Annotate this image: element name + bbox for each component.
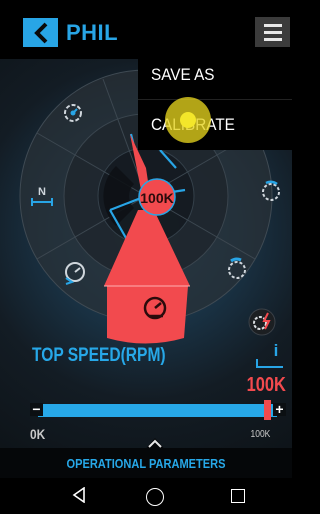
decrease-button[interactable]: −	[30, 402, 43, 416]
menu-item-save-as[interactable]: SAVE AS	[138, 50, 292, 100]
slider-thumb[interactable]	[264, 400, 271, 420]
hamburger-menu-icon[interactable]	[255, 17, 290, 47]
chevron-up-icon[interactable]	[143, 434, 167, 452]
slider-min-label: 0K	[30, 426, 46, 442]
parameter-label: TOP SPEED(RPM)	[32, 345, 166, 366]
slider-max-label: 100K	[250, 429, 270, 440]
increase-button[interactable]: +	[273, 402, 286, 416]
gear-bolt-icon[interactable]	[248, 308, 276, 336]
parameter-value: 100K	[246, 374, 286, 396]
svg-text:i: i	[274, 341, 279, 360]
slider-track[interactable]	[38, 404, 277, 417]
nav-back-icon[interactable]	[72, 487, 86, 503]
system-nav-bar	[0, 478, 292, 514]
svg-text:N: N	[38, 186, 46, 198]
overflow-menu: SAVE AS CALIBRATE	[138, 50, 292, 150]
back-button[interactable]	[23, 18, 58, 47]
nav-recents-icon[interactable]	[231, 489, 245, 503]
nav-home-icon[interactable]	[146, 488, 164, 506]
touch-indicator-core	[180, 112, 196, 128]
menu-item-calibrate[interactable]: CALIBRATE	[138, 100, 292, 150]
speed-slider[interactable]: − +	[28, 400, 287, 420]
chevron-left-icon	[33, 22, 47, 43]
center-value: 100K	[140, 190, 173, 206]
bottom-panel-label[interactable]: OPERATIONAL PARAMETERS	[22, 456, 270, 471]
info-icon[interactable]: i	[254, 340, 286, 370]
profile-title: PHIL	[66, 20, 119, 45]
app-screen: 100K N PHIL TOP SPEED(RPM) i 100K − + 0K…	[0, 0, 292, 514]
